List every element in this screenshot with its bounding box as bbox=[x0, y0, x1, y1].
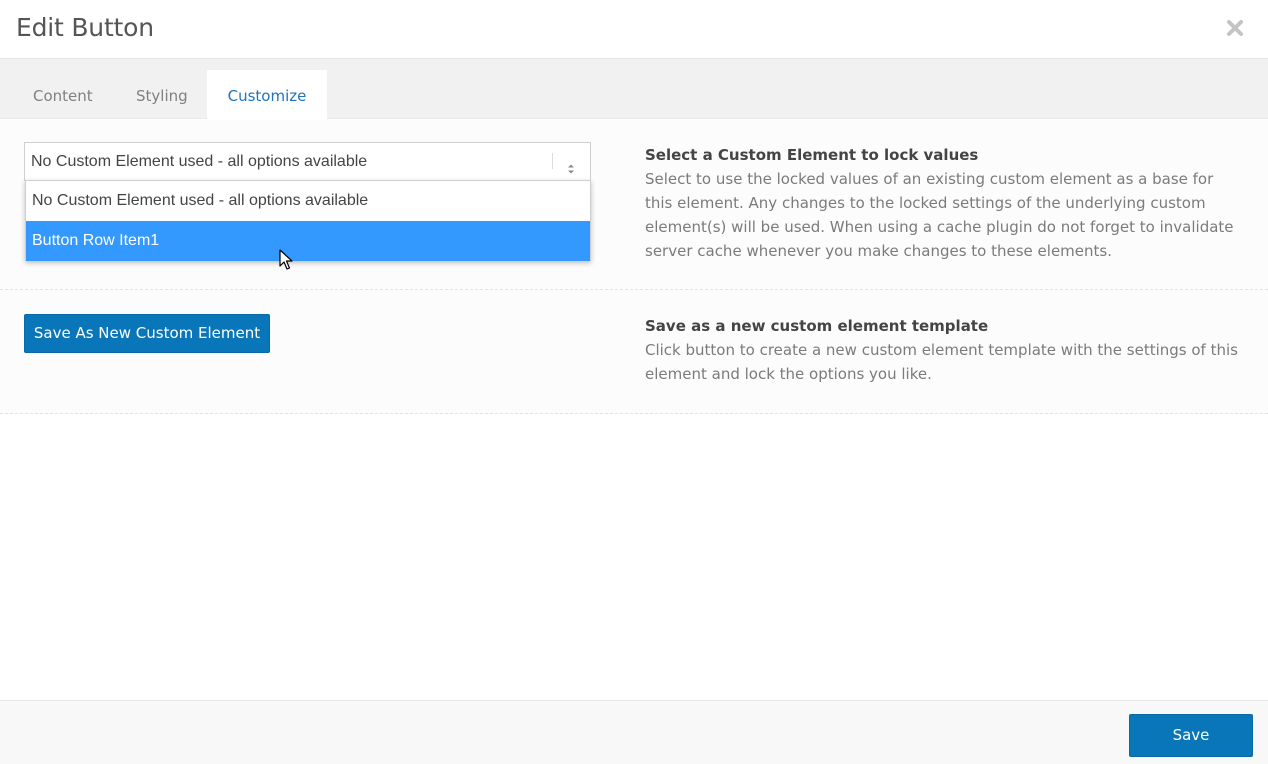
tab-styling[interactable]: Styling bbox=[114, 70, 210, 119]
tab-content[interactable]: Content bbox=[11, 70, 115, 119]
save-template-title: Save as a new custom element template bbox=[645, 317, 989, 335]
modal-header: Edit Button bbox=[0, 0, 1268, 59]
dropdown-option-none[interactable]: No Custom Element used - all options ava… bbox=[26, 181, 590, 221]
close-icon[interactable] bbox=[1224, 17, 1246, 39]
custom-element-select[interactable]: No Custom Element used - all options ava… bbox=[24, 142, 591, 181]
tab-bar: Content Styling Customize bbox=[0, 59, 1268, 119]
edit-button-modal: Edit Button Content Styling Customize No… bbox=[0, 0, 1268, 764]
save-template-text: Click button to create a new custom elem… bbox=[645, 341, 1238, 383]
modal-title: Edit Button bbox=[16, 13, 154, 42]
custom-element-description: Select a Custom Element to lock values S… bbox=[645, 143, 1245, 263]
select-current-value: No Custom Element used - all options ava… bbox=[31, 153, 368, 170]
save-button[interactable]: Save bbox=[1129, 714, 1253, 757]
select-separator bbox=[552, 153, 553, 169]
custom-element-dropdown: No Custom Element used - all options ava… bbox=[25, 180, 591, 261]
updown-arrows-icon bbox=[564, 154, 578, 174]
save-template-row: Save As New Custom Element Save as a new… bbox=[0, 290, 1268, 414]
tab-customize[interactable]: Customize bbox=[207, 70, 327, 119]
modal-footer: Save bbox=[0, 700, 1268, 764]
save-template-description: Save as a new custom element template Cl… bbox=[645, 314, 1245, 386]
custom-element-text: Select to use the locked values of an ex… bbox=[645, 170, 1234, 260]
dropdown-option-button-row-item1[interactable]: Button Row Item1 bbox=[26, 221, 590, 261]
save-as-new-custom-element-button[interactable]: Save As New Custom Element bbox=[24, 314, 270, 353]
custom-element-title: Select a Custom Element to lock values bbox=[645, 146, 979, 164]
